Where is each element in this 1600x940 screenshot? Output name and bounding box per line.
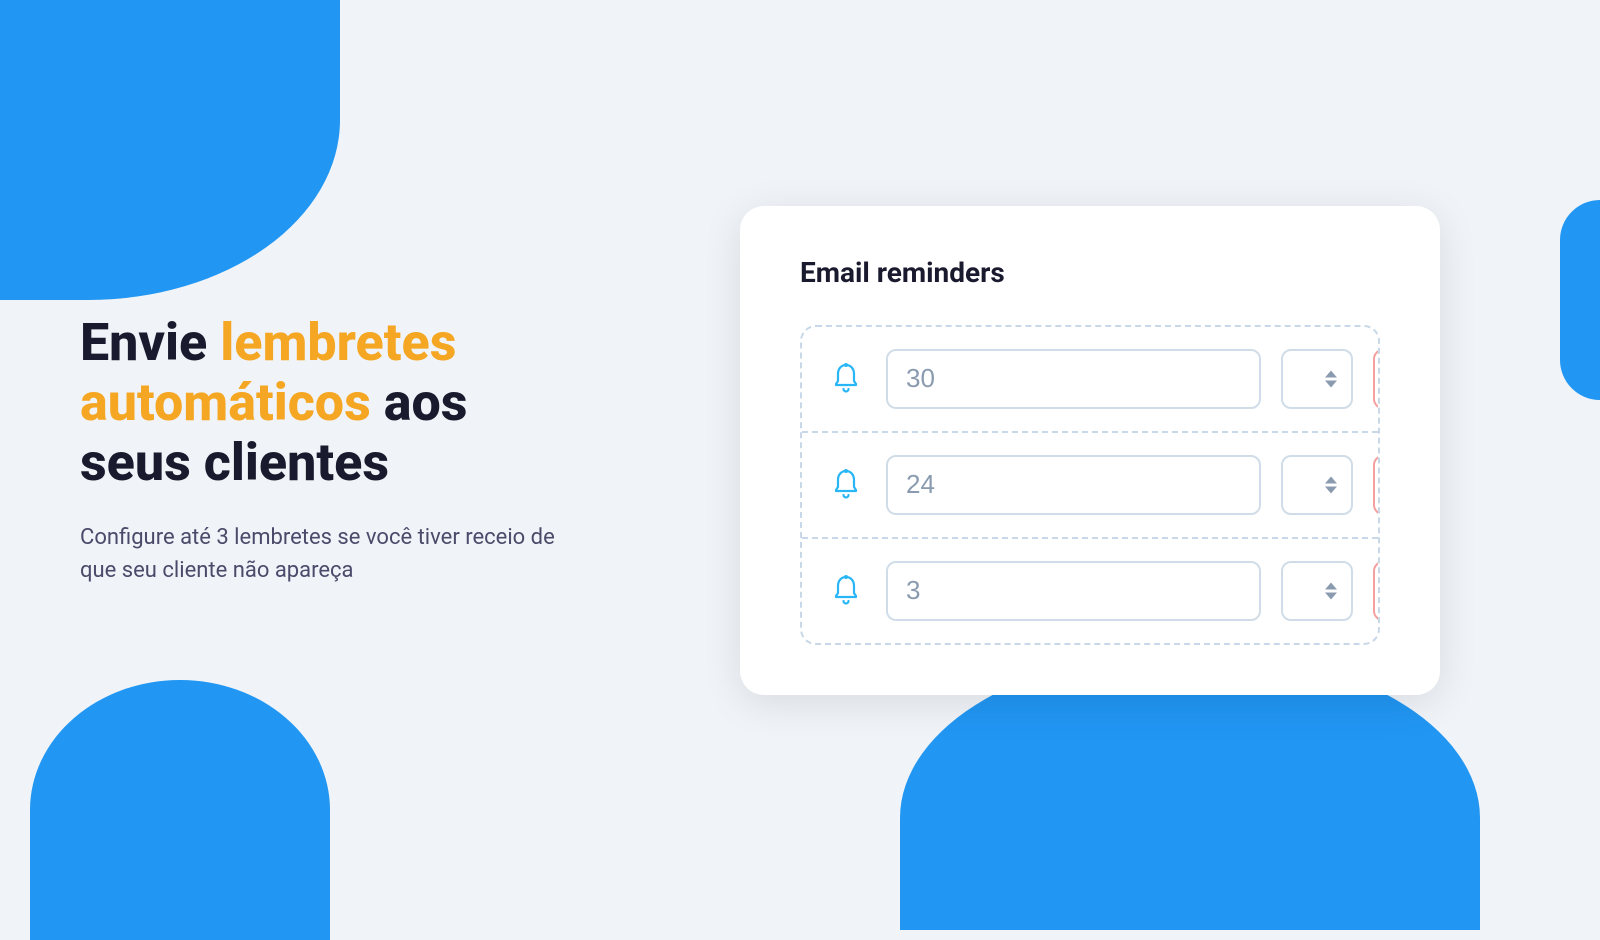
reminder-row: minutes hours days (802, 327, 1378, 433)
subtext: Configure até 3 lembretes se você tiver … (80, 521, 580, 587)
bell-icon-wrap (826, 467, 866, 503)
reminder-2-delete-button[interactable] (1373, 455, 1380, 515)
headline: Envie lembretes automáticos aos seus cli… (80, 313, 580, 492)
bell-icon-wrap (826, 573, 866, 609)
reminder-3-unit-select[interactable]: minutes hours days (1281, 561, 1353, 621)
reminder-2-unit-wrap: minutes hours days (1281, 455, 1353, 515)
reminders-list: minutes hours days (800, 325, 1380, 645)
right-panel: Email reminders minutes (660, 206, 1520, 695)
reminder-1-unit-select[interactable]: minutes hours days (1281, 349, 1353, 409)
reminder-1-delete-button[interactable] (1373, 349, 1380, 409)
reminder-1-unit-wrap: minutes hours days (1281, 349, 1353, 409)
bell-icon (828, 573, 864, 609)
bell-icon-wrap (826, 361, 866, 397)
reminder-2-value-input[interactable] (886, 455, 1261, 515)
card-title: Email reminders (800, 256, 1380, 289)
reminder-row: minutes hours days (802, 433, 1378, 539)
reminder-1-value-input[interactable] (886, 349, 1261, 409)
email-reminders-card: Email reminders minutes (740, 206, 1440, 695)
reminder-3-delete-button[interactable] (1373, 561, 1380, 621)
main-layout: Envie lembretes automáticos aos seus cli… (0, 0, 1600, 900)
headline-prefix: Envie (80, 312, 220, 373)
left-panel: Envie lembretes automáticos aos seus cli… (80, 313, 580, 586)
reminder-3-unit-wrap: minutes hours days (1281, 561, 1353, 621)
bell-icon (828, 467, 864, 503)
reminder-2-unit-select[interactable]: minutes hours days (1281, 455, 1353, 515)
bell-icon (828, 361, 864, 397)
reminder-3-value-input[interactable] (886, 561, 1261, 621)
reminder-row: minutes hours days (802, 539, 1378, 643)
